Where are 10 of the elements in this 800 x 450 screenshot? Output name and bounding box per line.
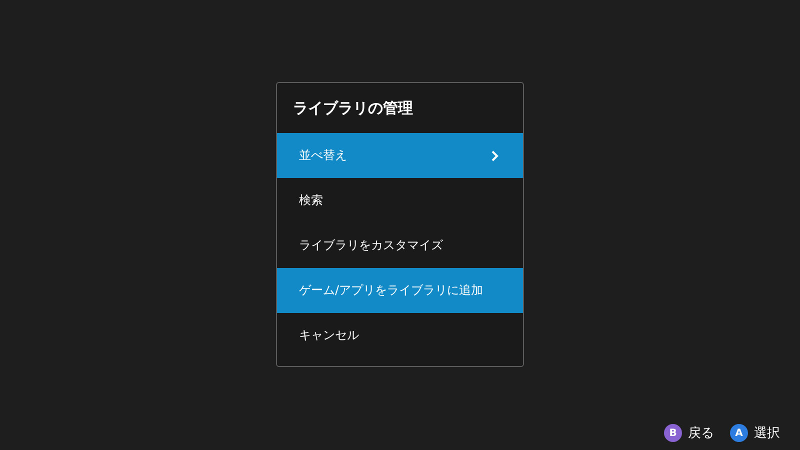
dialog-title: ライブラリの管理: [292, 98, 414, 118]
menu-item[interactable]: 検索: [277, 178, 523, 223]
menu-item[interactable]: ライブラリをカスタマイズ: [277, 223, 523, 268]
menu-item[interactable]: ゲーム/アプリをライブラリに追加: [277, 268, 523, 313]
controller-button-icon: A: [730, 424, 748, 442]
controller-button-icon: B: [664, 424, 682, 442]
menu-item[interactable]: キャンセル: [277, 313, 523, 358]
hint-label: 選択: [754, 425, 780, 442]
menu-item[interactable]: 並べ替え: [277, 133, 523, 178]
hint-label: 戻る: [688, 425, 714, 442]
